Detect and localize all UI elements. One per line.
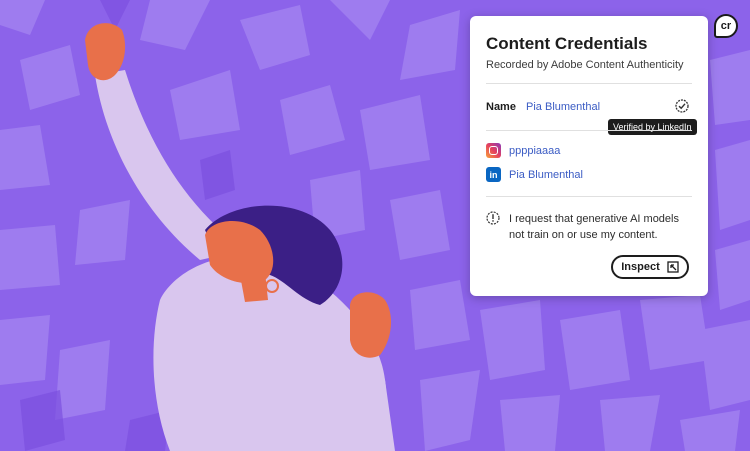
ai-statement-row: I request that generative AI models not … <box>486 211 692 243</box>
divider <box>486 83 692 84</box>
card-subtitle: Recorded by Adobe Content Authenticity <box>486 59 684 71</box>
name-row: Name Pia Blumenthal <box>486 101 600 113</box>
linkedin-link[interactable]: in Pia Blumenthal <box>486 167 583 182</box>
ai-statement-text: I request that generative AI models not … <box>509 213 679 241</box>
content-credentials-card: Content Credentials Recorded by Adobe Co… <box>470 16 708 296</box>
verified-check-icon[interactable] <box>675 99 689 113</box>
linkedin-name: Pia Blumenthal <box>509 168 583 181</box>
divider <box>486 196 692 197</box>
ai-restriction-icon <box>486 211 500 225</box>
inspect-label: Inspect <box>621 261 660 273</box>
instagram-handle: ppppiaaaa <box>509 144 561 157</box>
verified-tooltip: Verified by LinkedIn <box>608 119 697 135</box>
card-title: Content Credentials <box>486 34 648 53</box>
instagram-icon <box>486 143 501 158</box>
divider <box>486 130 692 131</box>
cr-badge-label: cr <box>720 20 732 32</box>
open-external-icon <box>667 261 679 273</box>
inspect-button[interactable]: Inspect <box>611 255 689 279</box>
name-label: Name <box>486 101 516 113</box>
content-credentials-badge[interactable]: cr <box>714 14 738 38</box>
name-value[interactable]: Pia Blumenthal <box>526 101 600 113</box>
linkedin-icon: in <box>486 167 501 182</box>
instagram-link[interactable]: ppppiaaaa <box>486 143 560 158</box>
